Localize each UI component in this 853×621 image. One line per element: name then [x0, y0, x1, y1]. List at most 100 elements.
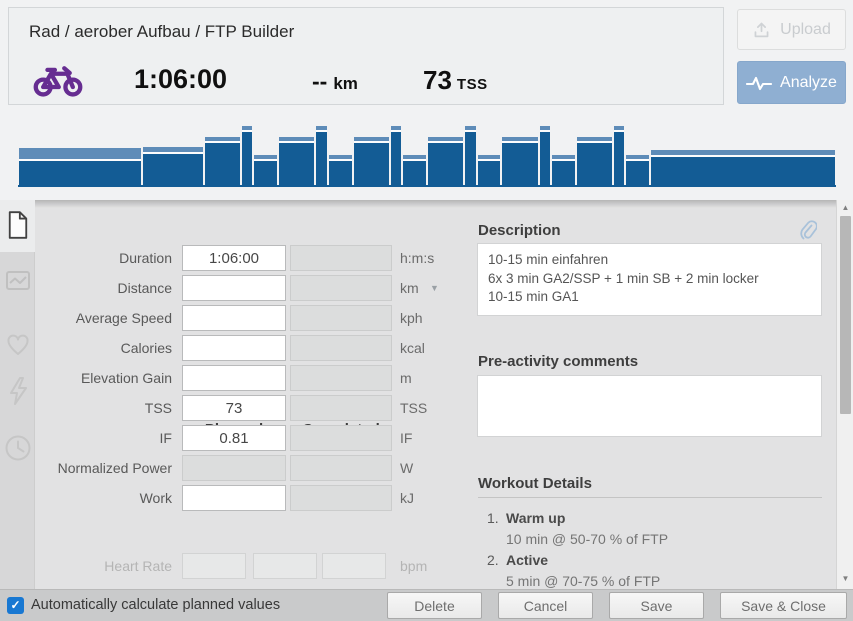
planned-tss-value: 73 [423, 65, 452, 95]
chart-bar [614, 126, 624, 185]
form-row: Average Speedkph [0, 305, 450, 331]
chart-bar [502, 137, 537, 185]
auto-calc-label: Automatically calculate planned values [31, 590, 280, 621]
chart-x-axis [18, 185, 836, 187]
save-and-close-button[interactable]: Save & Close [720, 592, 847, 619]
workout-item-name: Warm up [506, 510, 565, 526]
delete-button[interactable]: Delete [387, 592, 482, 619]
bike-icon [33, 61, 83, 99]
form-row: Duration h:m:s [0, 245, 450, 271]
unit-dropdown-arrow-icon[interactable]: ▼ [430, 283, 439, 293]
workout-details-divider [478, 497, 822, 498]
planned-input[interactable] [182, 425, 286, 451]
planned-distance-value: -- [312, 68, 327, 94]
description-title: Description [478, 222, 561, 239]
form-row: Calorieskcal [0, 335, 450, 361]
planned-input[interactable] [182, 305, 286, 331]
upload-button-label: Upload [780, 21, 831, 39]
workout-item-number: 2. [487, 552, 503, 568]
chart-bar [143, 147, 203, 185]
workout-item-number: 1. [487, 510, 503, 526]
unit-label: kph [400, 305, 423, 331]
chart-bar [329, 155, 352, 185]
description-line: 10-15 min einfahren [488, 251, 811, 270]
planned-duration-value: 1:06:00 [134, 64, 227, 95]
chart-bar [478, 155, 501, 185]
planned-input[interactable] [182, 245, 286, 271]
analyze-button[interactable]: Analyze [737, 61, 846, 104]
workout-item-name: Active [506, 552, 548, 568]
pre-activity-comments-textarea[interactable] [477, 375, 822, 437]
upload-button: Upload [737, 9, 846, 50]
chart-bar [428, 137, 463, 185]
planned-tss: 73TSS [423, 65, 488, 96]
chart-bar [540, 126, 550, 185]
form-row: IFIF [0, 425, 450, 451]
unit-label: km [400, 275, 419, 301]
heart-rate-unit: bpm [400, 553, 427, 579]
heart-rate-max-input [322, 553, 386, 579]
scroll-down-icon[interactable]: ▼ [837, 574, 853, 583]
heart-rate-label: Heart Rate [20, 553, 172, 579]
description-text: 10-15 min einfahren6x 3 min GA2/SSP + 1 … [478, 244, 821, 314]
unit-label: m [400, 365, 412, 391]
workout-item-detail: 10 min @ 50-70 % of FTP [506, 531, 668, 547]
form-row: Distance km ▼ [0, 275, 450, 301]
unit-label: W [400, 455, 413, 481]
auto-calc-checkbox[interactable]: ✓ [7, 597, 24, 614]
field-label: Elevation Gain [20, 365, 172, 391]
scroll-up-icon[interactable]: ▲ [837, 203, 853, 212]
unit-label: IF [400, 425, 412, 451]
completed-input [290, 485, 392, 511]
completed-input [290, 335, 392, 361]
field-label: Distance [20, 275, 172, 301]
workout-quick-view: Rad / aerober Aufbau / FTP Builder 1:06:… [0, 0, 853, 621]
form-row: WorkkJ [0, 485, 450, 511]
completed-input [290, 455, 392, 481]
unit-label: kcal [400, 335, 425, 361]
form-row: TSSTSS [0, 395, 450, 421]
chart-bar [651, 150, 835, 185]
planned-input[interactable] [182, 275, 286, 301]
unit-label: TSS [400, 395, 427, 421]
description-line: 10-15 min GA1 [488, 288, 811, 307]
scrollbar-thumb[interactable] [840, 216, 851, 414]
heart-rate-row: Heart Rate bpm [0, 553, 440, 579]
chart-bar [577, 137, 612, 185]
heart-rate-min-input [182, 553, 246, 579]
completed-input [290, 275, 392, 301]
description-line: 6x 3 min GA2/SSP + 1 min SB + 2 min lock… [488, 270, 811, 289]
chart-bar [354, 137, 389, 185]
save-button[interactable]: Save [609, 592, 704, 619]
workout-profile-chart[interactable] [18, 117, 836, 187]
chart-bar [254, 155, 277, 185]
form-row: Elevation Gain m [0, 365, 450, 391]
field-label: Normalized Power [20, 455, 172, 481]
chart-bar [465, 126, 475, 185]
chart-bar [205, 137, 240, 185]
planned-input[interactable] [182, 335, 286, 361]
footer-bar: ✓ Automatically calculate planned values… [0, 589, 853, 621]
workout-item-detail: 5 min @ 70-75 % of FTP [506, 573, 660, 589]
completed-input [290, 425, 392, 451]
description-textarea[interactable]: 10-15 min einfahren6x 3 min GA2/SSP + 1 … [477, 243, 822, 316]
document-icon [5, 210, 31, 240]
planned-input[interactable] [182, 485, 286, 511]
chart-bar [279, 137, 314, 185]
pulse-waveform-icon [746, 74, 772, 92]
analyze-button-label: Analyze [780, 74, 837, 92]
vertical-scrollbar[interactable]: ▲ ▼ [836, 200, 853, 589]
completed-input [290, 395, 392, 421]
planned-input[interactable] [182, 395, 286, 421]
planned-distance: -- km [312, 68, 358, 95]
unit-label: kJ [400, 485, 414, 511]
completed-input [290, 365, 392, 391]
field-label: Duration [20, 245, 172, 271]
attachment-paperclip-icon[interactable] [799, 220, 817, 242]
chart-bar [391, 126, 401, 185]
planned-input[interactable] [182, 365, 286, 391]
distance-unit-label: km [333, 74, 358, 93]
unit-label: h:m:s [400, 245, 434, 271]
heart-rate-avg-input [253, 553, 317, 579]
cancel-button[interactable]: Cancel [498, 592, 593, 619]
